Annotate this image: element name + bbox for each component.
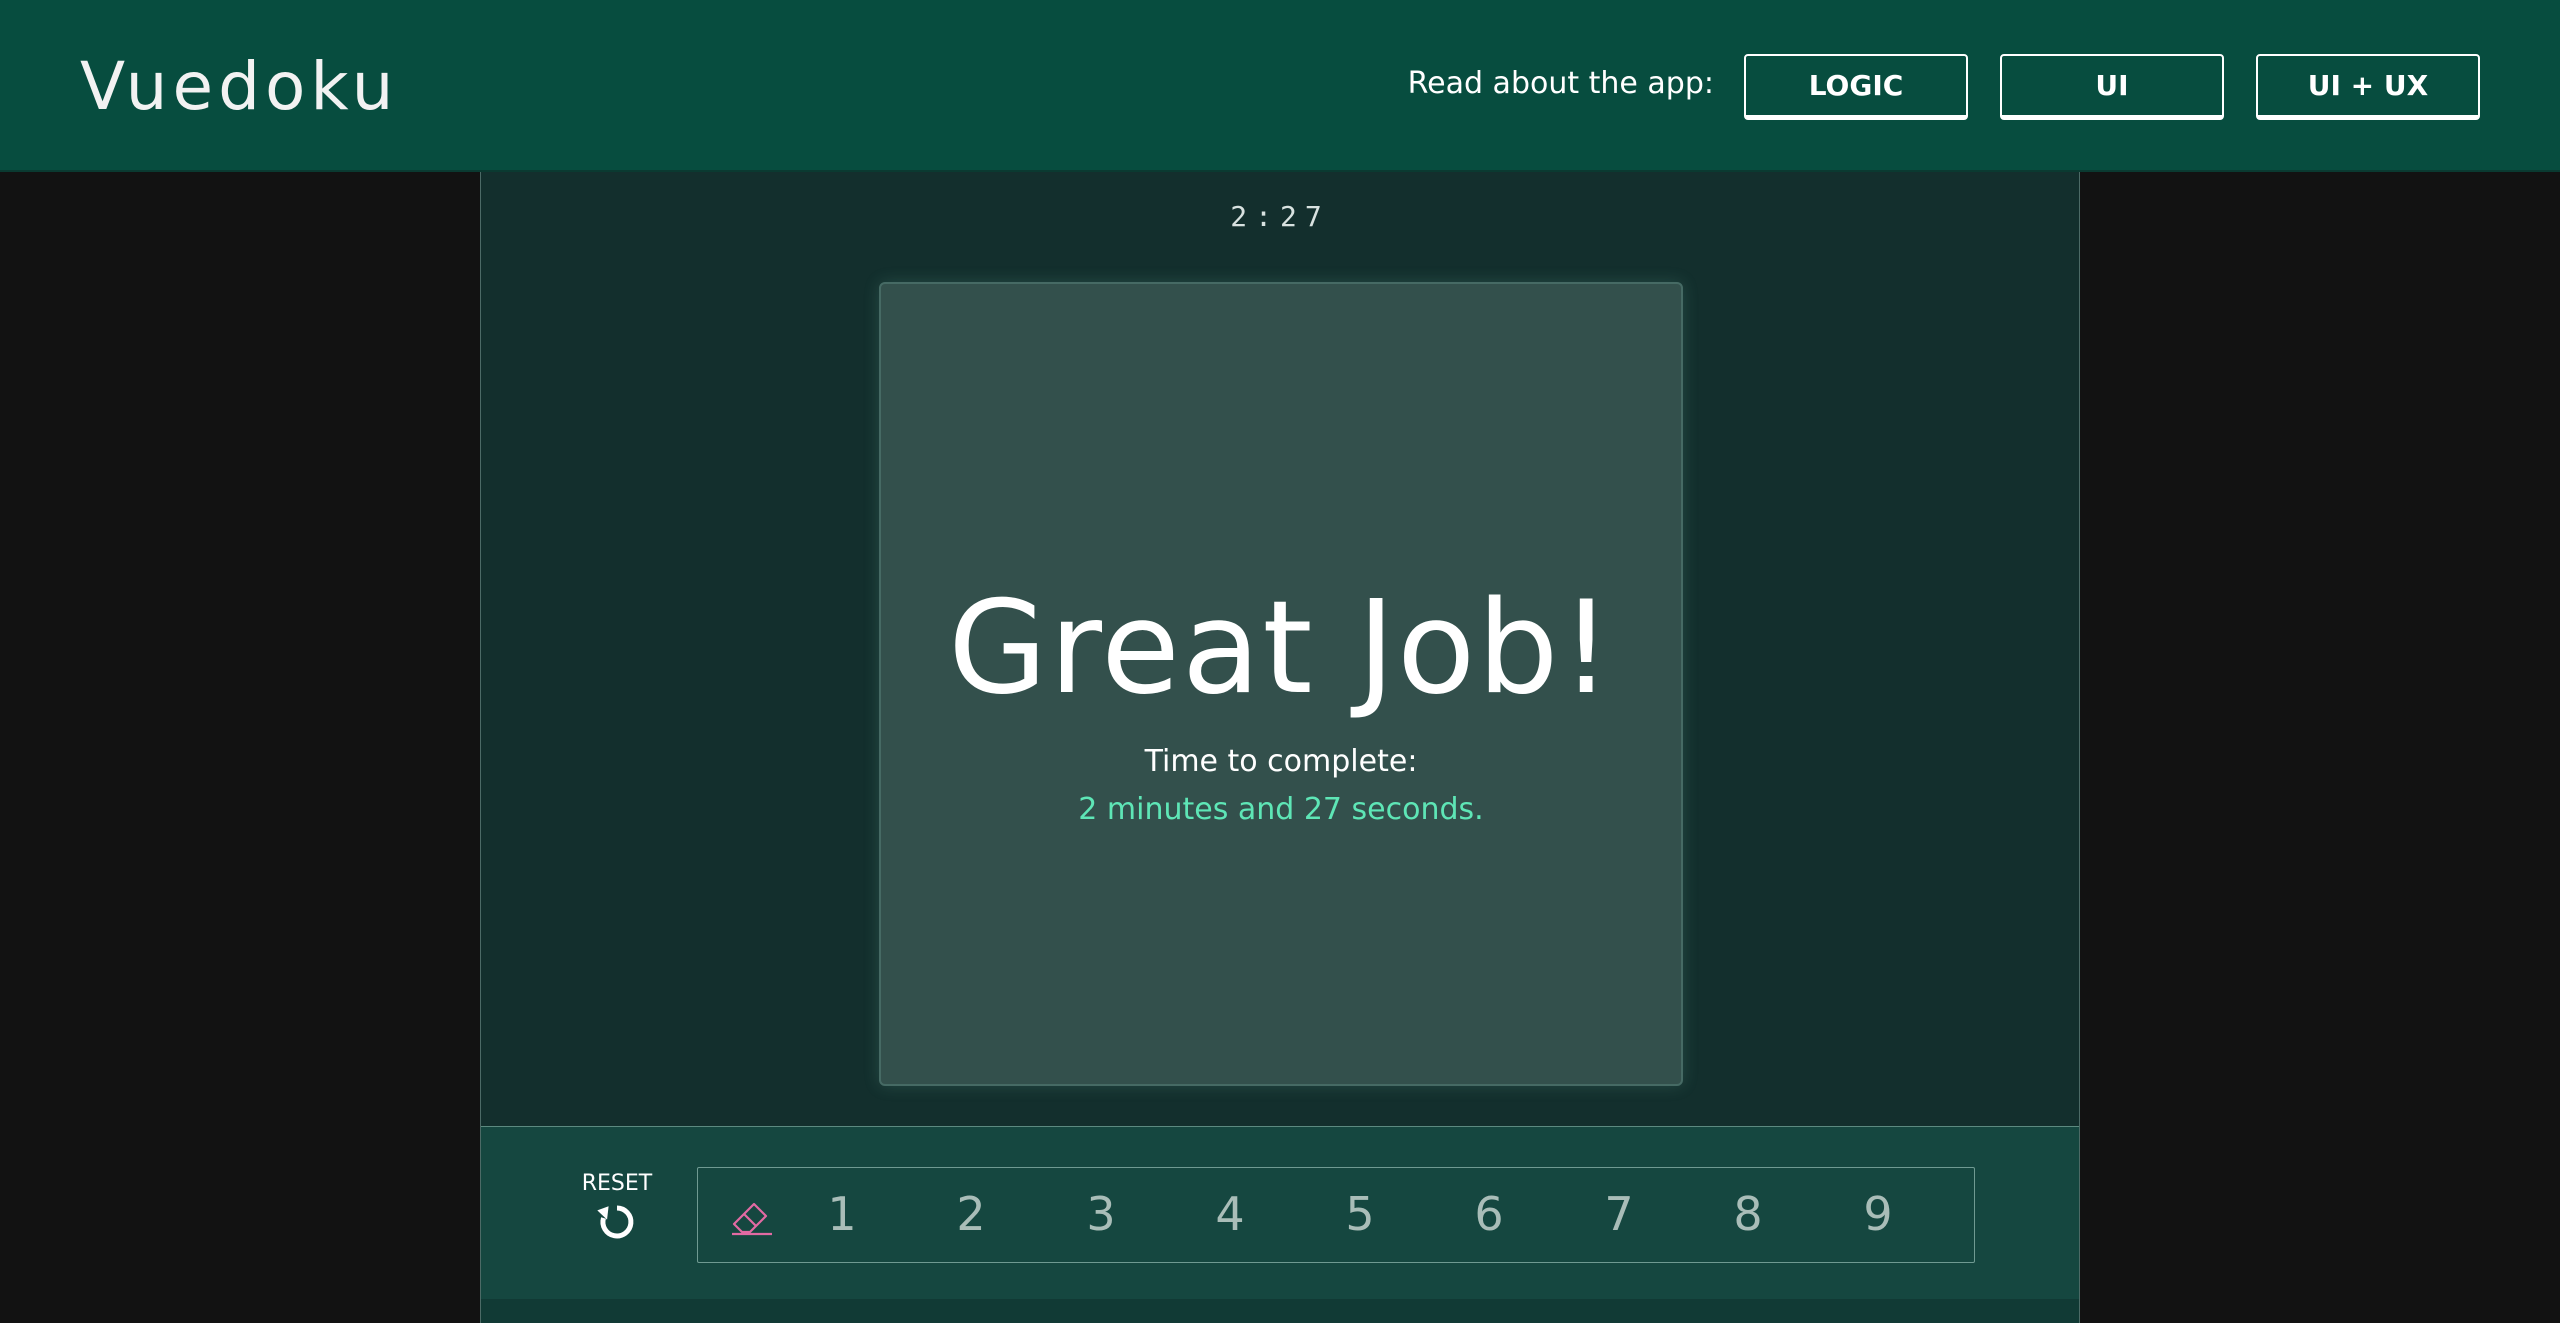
game-panel: 2:27 Great Job! Time to complete: 2 minu… [480,172,2080,1323]
eraser-icon[interactable] [728,1192,776,1240]
great-job-title: Great Job! [948,574,1614,723]
time-to-complete-value: 2 minutes and 27 seconds. [1078,792,1484,827]
ui-button[interactable]: UI [2000,54,2224,120]
number-7[interactable]: 7 [1589,1184,1649,1244]
read-about-label: Read about the app: [1407,66,1714,101]
app-header: Vuedoku Read about the app: LOGIC UI UI … [0,0,2560,172]
controls-bar: RESET 1 2 3 4 5 6 7 8 9 [481,1126,2079,1323]
number-1[interactable]: 1 [812,1184,872,1244]
number-5[interactable]: 5 [1330,1184,1390,1244]
number-3[interactable]: 3 [1071,1184,1131,1244]
time-to-complete-label: Time to complete: [1144,744,1418,779]
right-gutter [2080,172,2560,1323]
ui-ux-button[interactable]: UI + UX [2256,54,2480,120]
left-gutter [0,172,480,1323]
app-logo[interactable]: Vuedoku [80,48,398,125]
number-pad: 1 2 3 4 5 6 7 8 9 [697,1167,1975,1263]
reset-icon [597,1205,634,1239]
completion-card: Great Job! Time to complete: 2 minutes a… [879,282,1683,1086]
reset-button[interactable]: RESET [581,1171,653,1244]
logic-button[interactable]: LOGIC [1744,54,1968,120]
bottom-strip [481,1299,2079,1323]
number-6[interactable]: 6 [1459,1184,1519,1244]
number-4[interactable]: 4 [1200,1184,1260,1244]
number-9[interactable]: 9 [1848,1184,1908,1244]
number-8[interactable]: 8 [1718,1184,1778,1244]
number-2[interactable]: 2 [941,1184,1001,1244]
timer: 2:27 [1230,200,1330,233]
reset-label: RESET [581,1171,653,1196]
